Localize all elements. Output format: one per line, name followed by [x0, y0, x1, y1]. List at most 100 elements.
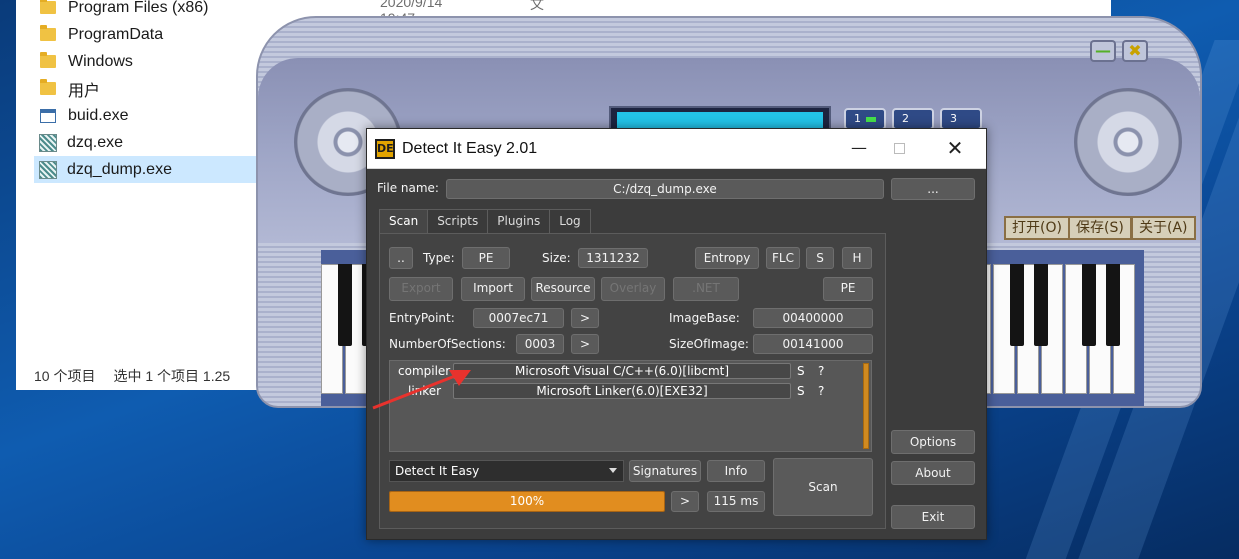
preset-label: 1 — [854, 112, 861, 125]
file-row[interactable]: dzq.exe — [34, 129, 274, 156]
browse-button[interactable]: ... — [891, 178, 975, 200]
preset-label: 2 — [902, 112, 909, 125]
flc-button[interactable]: FLC — [766, 247, 800, 269]
imagebase-label: ImageBase: — [669, 311, 740, 325]
tab-log[interactable]: Log — [549, 209, 591, 233]
speaker-right-icon — [1074, 88, 1182, 196]
overlay-button[interactable]: Overlay — [601, 277, 665, 301]
scan-time: 115 ms — [707, 491, 765, 512]
file-name: Program Files (x86) — [68, 0, 209, 16]
about-button[interactable]: 关于(A) — [1131, 216, 1196, 240]
result-info-button[interactable]: ? — [818, 384, 824, 398]
preset-button-2[interactable]: 2 — [892, 108, 934, 130]
result-info-button[interactable]: ? — [818, 364, 824, 378]
entrypoint-value: 0007ec71 — [473, 308, 564, 328]
save-button[interactable]: 保存(S) — [1068, 216, 1132, 240]
die-logo-icon: DE — [375, 139, 395, 159]
progress-next-button[interactable]: > — [671, 491, 699, 512]
entrypoint-next-button[interactable]: > — [571, 308, 599, 328]
net-button[interactable]: .NET — [673, 277, 739, 301]
black-key[interactable] — [1010, 264, 1024, 346]
chevron-down-icon — [609, 468, 617, 473]
folder-icon — [40, 79, 56, 95]
black-key[interactable] — [1082, 264, 1096, 346]
sizeofimage-value: 00141000 — [753, 334, 873, 354]
item-count: 10 个项目 — [34, 368, 96, 384]
open-button[interactable]: 打开(O) — [1004, 216, 1070, 240]
exit-button[interactable]: Exit — [891, 505, 975, 529]
result-value[interactable]: Microsoft Visual C/C++(6.0)[libcmt] — [453, 363, 791, 379]
preset-label: 3 — [950, 112, 957, 125]
result-value[interactable]: Microsoft Linker(6.0)[EXE32] — [453, 383, 791, 399]
file-row[interactable]: 用户 — [34, 75, 274, 102]
options-button[interactable]: Options — [891, 430, 975, 454]
tab-plugins[interactable]: Plugins — [487, 209, 551, 233]
red-arrow-annotation — [372, 370, 471, 410]
result-signature-button[interactable]: S — [797, 384, 805, 398]
results-scrollbar[interactable] — [863, 363, 869, 449]
file-row[interactable]: ProgramData — [34, 21, 274, 48]
hex-button[interactable]: H — [842, 247, 872, 269]
type-label: Type: — [423, 251, 455, 265]
maximize-icon — [893, 143, 905, 154]
preset-button-1[interactable]: 1 — [844, 108, 886, 130]
info-button[interactable]: Info — [707, 460, 765, 482]
black-key[interactable] — [338, 264, 352, 346]
tab-bar: Scan Scripts Plugins Log — [379, 209, 591, 234]
file-row[interactable]: Windows — [34, 48, 274, 75]
file-name-field[interactable]: C:/dzq_dump.exe — [446, 179, 884, 199]
tab-scan[interactable]: Scan — [379, 209, 429, 234]
explorer-status-bar: 10 个项目 选中 1 个项目 1.25 — [16, 362, 276, 390]
led-indicator — [866, 117, 876, 122]
sections-value: 0003 — [516, 334, 564, 354]
engine-value: Detect It Easy — [395, 464, 480, 478]
detect-it-easy-window: DE Detect It Easy 2.01 — ✕ File name: C:… — [366, 128, 987, 540]
close-button[interactable]: ✖ — [1122, 40, 1148, 62]
file-name: buid.exe — [68, 106, 129, 124]
app-icon — [39, 133, 57, 152]
app-icon — [39, 160, 57, 179]
scan-button[interactable]: Scan — [773, 458, 873, 516]
file-row[interactable]: buid.exe — [34, 102, 274, 129]
result-signature-button[interactable]: S — [797, 364, 805, 378]
size-label: Size: — [542, 251, 571, 265]
folder-icon — [40, 0, 56, 14]
signatures-button[interactable]: Signatures — [629, 460, 701, 482]
sections-next-button[interactable]: > — [571, 334, 599, 354]
selected-count: 选中 1 个项目 1.25 — [113, 368, 231, 384]
preset-button-3[interactable]: 3 — [940, 108, 982, 130]
black-key[interactable] — [1106, 264, 1120, 346]
export-button[interactable]: Export — [389, 277, 453, 301]
window-title: Detect It Easy 2.01 — [402, 140, 538, 157]
about-button[interactable]: About — [891, 461, 975, 485]
tab-scripts[interactable]: Scripts — [427, 209, 489, 233]
imagebase-value: 00400000 — [753, 308, 873, 328]
sizeofimage-label: SizeOfImage: — [669, 337, 749, 351]
pe-button[interactable]: PE — [823, 277, 873, 301]
engine-select[interactable]: Detect It Easy — [389, 460, 624, 482]
scan-progress-bar: 100% — [389, 491, 665, 512]
folder-icon — [40, 52, 56, 68]
exe-icon — [40, 108, 56, 123]
maximize-button[interactable] — [879, 137, 919, 161]
sections-label: NumberOfSections: — [389, 337, 506, 351]
resource-button[interactable]: Resource — [531, 277, 595, 301]
import-button[interactable]: Import — [461, 277, 525, 301]
title-bar[interactable]: DE Detect It Easy 2.01 — ✕ — [367, 129, 986, 169]
file-name: dzq.exe — [67, 133, 124, 151]
file-name: 用户 — [68, 82, 101, 100]
black-key[interactable] — [1034, 264, 1048, 346]
file-name: Windows — [68, 52, 133, 70]
file-row[interactable]: Program Files (x86) 2020/9/14 19:47 文件夹 — [34, 0, 544, 52]
close-button[interactable]: ✕ — [935, 137, 975, 161]
type-value[interactable]: PE — [462, 247, 510, 269]
file-row-selected[interactable]: dzq_dump.exe — [34, 156, 274, 183]
folder-icon — [40, 25, 56, 41]
progress-text: 100% — [509, 494, 545, 508]
entropy-button[interactable]: Entropy — [695, 247, 759, 269]
strings-button[interactable]: S — [806, 247, 834, 269]
entrypoint-label: EntryPoint: — [389, 311, 455, 325]
minimize-button[interactable]: — — [1090, 40, 1116, 62]
minimize-button[interactable]: — — [839, 137, 879, 161]
parent-button[interactable]: .. — [389, 247, 413, 269]
